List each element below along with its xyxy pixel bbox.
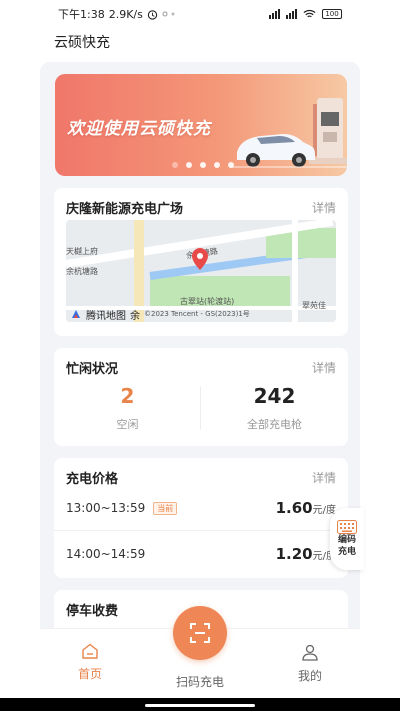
home-indicator[interactable] xyxy=(145,704,255,707)
idle-label: 空闲 xyxy=(116,418,139,431)
app-title: 云硕快充 xyxy=(54,35,110,51)
price-amount: 1.60 xyxy=(275,499,313,517)
banner-dot[interactable] xyxy=(200,162,206,168)
price-card[interactable]: 充电价格 详情 13:00~13:59 当前 1.60元/度 14:00~14:… xyxy=(54,458,348,578)
tencent-map-logo-icon xyxy=(72,310,80,318)
total-stat: 242 全部充电枪 xyxy=(201,382,348,442)
price-amount: 1.20 xyxy=(275,545,313,563)
home-icon xyxy=(82,643,98,659)
status-left: 下午1:38 2.9K/s xyxy=(58,6,176,22)
price-title: 充电价格 xyxy=(66,472,119,487)
scan-icon xyxy=(190,623,210,643)
busy-detail-link[interactable]: 详情 xyxy=(312,359,336,376)
location-pin-icon xyxy=(192,248,208,270)
signal-icon xyxy=(269,9,280,19)
banner-dot[interactable] xyxy=(172,162,178,168)
price-time-range: 14:00~14:59 xyxy=(66,547,146,561)
banner-text: 欢迎使用云硕快充 xyxy=(67,119,211,139)
price-time: 13:00~13:59 当前 xyxy=(66,501,178,515)
busy-status-card[interactable]: 忙闲状况 详情 2 空闲 242 全部充电枪 xyxy=(54,348,348,446)
price-row: 14:00~14:59 1.20元/度 xyxy=(66,534,336,574)
tab-scan-label: 扫码充电 xyxy=(175,675,224,689)
price-detail-link[interactable]: 详情 xyxy=(312,469,336,486)
banner-dot[interactable] xyxy=(228,162,234,168)
price-value: 1.60元/度 xyxy=(276,499,336,517)
price-time: 14:00~14:59 xyxy=(66,547,145,561)
idle-count: 2 xyxy=(120,384,135,408)
station-card[interactable]: 庆隆新能源充电广场 详情 天樾上府 余杭塘路 余杭塘路 古翠站(轮渡站) 翠苑佳 xyxy=(54,188,348,336)
map-label-1: 余杭塘路 xyxy=(66,267,98,276)
busy-counts: 2 空闲 242 全部充电枪 xyxy=(54,382,348,442)
station-detail-link[interactable]: 详情 xyxy=(312,199,336,216)
battery-icon: 100 xyxy=(322,9,342,19)
total-count: 242 xyxy=(253,384,296,408)
map-attribution: 腾讯地图 余 ©2023 Tencent - GS(2023)1号 xyxy=(66,306,336,322)
keyboard-icon xyxy=(337,520,357,534)
map-provider: 腾讯地图 xyxy=(86,310,126,322)
tab-home-label: 首页 xyxy=(77,667,102,681)
idle-stat: 2 空闲 xyxy=(54,382,201,442)
price-row: 13:00~13:59 当前 1.60元/度 xyxy=(66,488,336,528)
signal-icon-2 xyxy=(286,9,297,19)
map-copyright: ©2023 Tencent - GS(2023)1号 xyxy=(144,310,250,318)
divider xyxy=(200,386,201,430)
parking-title: 停车收费 xyxy=(66,604,119,619)
map-label-0: 天樾上府 xyxy=(66,247,98,256)
status-time: 下午1:38 xyxy=(58,8,105,21)
station-map[interactable]: 天樾上府 余杭塘路 余杭塘路 古翠站(轮渡站) 翠苑佳 腾讯地图 余 ©2023… xyxy=(66,220,336,322)
price-value: 1.20元/度 xyxy=(276,545,336,563)
main-content[interactable]: 欢迎使用云硕快充 庆隆新能源充电广场 详情 天樾上府 余杭塘路 古翠站(轮渡站)… xyxy=(40,62,360,628)
alarm-icon xyxy=(147,9,158,20)
promo-banner[interactable]: 欢迎使用云硕快充 xyxy=(55,74,347,176)
divider xyxy=(54,530,348,531)
code-charge-line2: 充电 xyxy=(337,547,356,557)
tab-mine[interactable]: 我的 xyxy=(260,629,360,692)
map-label-6: 余 xyxy=(130,310,140,322)
tab-home[interactable]: 首页 xyxy=(40,629,140,692)
code-charge-button[interactable]: 编码 充电 xyxy=(330,508,364,570)
user-icon xyxy=(302,644,318,661)
banner-dot[interactable] xyxy=(186,162,192,168)
banner-dot[interactable] xyxy=(214,162,220,168)
price-time-range: 13:00~13:59 xyxy=(66,501,146,515)
charging-station-illustration xyxy=(231,98,347,168)
notification-dot-icon xyxy=(162,11,175,17)
banner-pagination[interactable] xyxy=(172,162,234,168)
code-charge-line1: 编码 xyxy=(337,535,356,545)
total-label: 全部充电枪 xyxy=(247,418,302,431)
busy-title: 忙闲状况 xyxy=(66,362,119,377)
scan-button[interactable] xyxy=(173,606,227,660)
station-name: 庆隆新能源充电广场 xyxy=(66,202,184,217)
status-right: 100 xyxy=(269,9,342,19)
wifi-icon xyxy=(303,9,316,18)
status-bar: 下午1:38 2.9K/s 100 xyxy=(0,0,400,28)
current-tag: 当前 xyxy=(153,501,178,515)
tab-mine-label: 我的 xyxy=(297,669,322,683)
status-speed: 2.9K/s xyxy=(108,7,143,21)
